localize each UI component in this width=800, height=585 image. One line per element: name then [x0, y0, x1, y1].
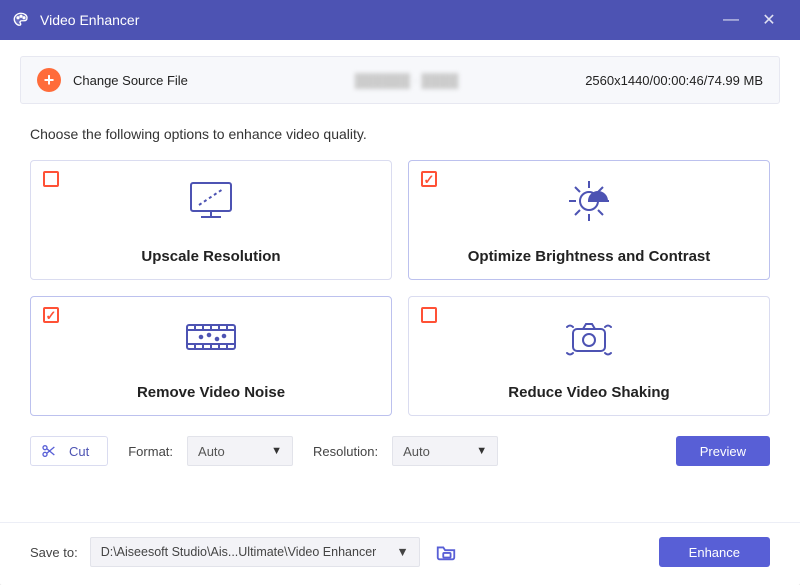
save-path-select[interactable]: D:\Aiseesoft Studio\Ais...Ultimate\Video…: [90, 537, 420, 567]
cut-label: Cut: [69, 444, 89, 459]
chevron-down-icon: ▼: [271, 445, 282, 457]
open-folder-button[interactable]: [432, 538, 460, 566]
chevron-down-icon: ▼: [396, 545, 408, 559]
option-label: Reduce Video Shaking: [508, 384, 669, 401]
checkbox-shaking[interactable]: [421, 307, 437, 323]
option-label: Remove Video Noise: [137, 384, 285, 401]
save-to-label: Save to:: [30, 545, 78, 560]
save-path-text: D:\Aiseesoft Studio\Ais...Ultimate\Video…: [101, 545, 377, 559]
cut-button[interactable]: Cut: [30, 436, 108, 466]
app-window: Video Enhancer — ✕ + Change Source File …: [0, 0, 800, 585]
checkbox-brightness[interactable]: [421, 171, 437, 187]
change-source-label[interactable]: Change Source File: [73, 73, 188, 88]
brightness-icon: [559, 175, 619, 227]
checkbox-denoise[interactable]: [43, 307, 59, 323]
resolution-select[interactable]: Auto ▼: [392, 436, 498, 466]
enhance-button[interactable]: Enhance: [659, 537, 770, 567]
checkbox-upscale[interactable]: [43, 171, 59, 187]
source-file-bar: + Change Source File ██████ · ████ 2560x…: [20, 56, 780, 104]
source-metadata: 2560x1440/00:00:46/74.99 MB: [585, 73, 763, 88]
prompt-text: Choose the following options to enhance …: [30, 126, 770, 142]
camera-shake-icon: [557, 311, 621, 363]
close-button[interactable]: ✕: [750, 10, 788, 30]
change-source-button[interactable]: +: [37, 68, 61, 92]
option-remove-noise[interactable]: Remove Video Noise: [30, 296, 392, 416]
source-filename: ██████ · ████: [228, 73, 585, 88]
chevron-down-icon: ▼: [476, 445, 487, 457]
app-title: Video Enhancer: [40, 12, 712, 28]
film-noise-icon: [179, 311, 243, 363]
resolution-label: Resolution:: [313, 444, 378, 459]
resolution-value: Auto: [403, 444, 430, 459]
option-label: Optimize Brightness and Contrast: [468, 248, 711, 265]
monitor-upscale-icon: [181, 175, 241, 227]
option-reduce-shaking[interactable]: Reduce Video Shaking: [408, 296, 770, 416]
minimize-button[interactable]: —: [712, 11, 750, 29]
scissors-icon: [41, 443, 57, 459]
controls-row: Cut Format: Auto ▼ Resolution: Auto ▼ Pr…: [30, 436, 770, 466]
format-select[interactable]: Auto ▼: [187, 436, 293, 466]
option-brightness-contrast[interactable]: Optimize Brightness and Contrast: [408, 160, 770, 280]
format-value: Auto: [198, 444, 225, 459]
format-label: Format:: [128, 444, 173, 459]
footer-bar: Save to: D:\Aiseesoft Studio\Ais...Ultim…: [0, 522, 800, 585]
options-grid: Upscale Resolution Optimize Brightness a…: [30, 160, 770, 416]
title-bar: Video Enhancer — ✕: [0, 0, 800, 40]
preview-button[interactable]: Preview: [676, 436, 770, 466]
option-upscale-resolution[interactable]: Upscale Resolution: [30, 160, 392, 280]
palette-icon: [12, 11, 30, 29]
option-label: Upscale Resolution: [141, 248, 280, 265]
